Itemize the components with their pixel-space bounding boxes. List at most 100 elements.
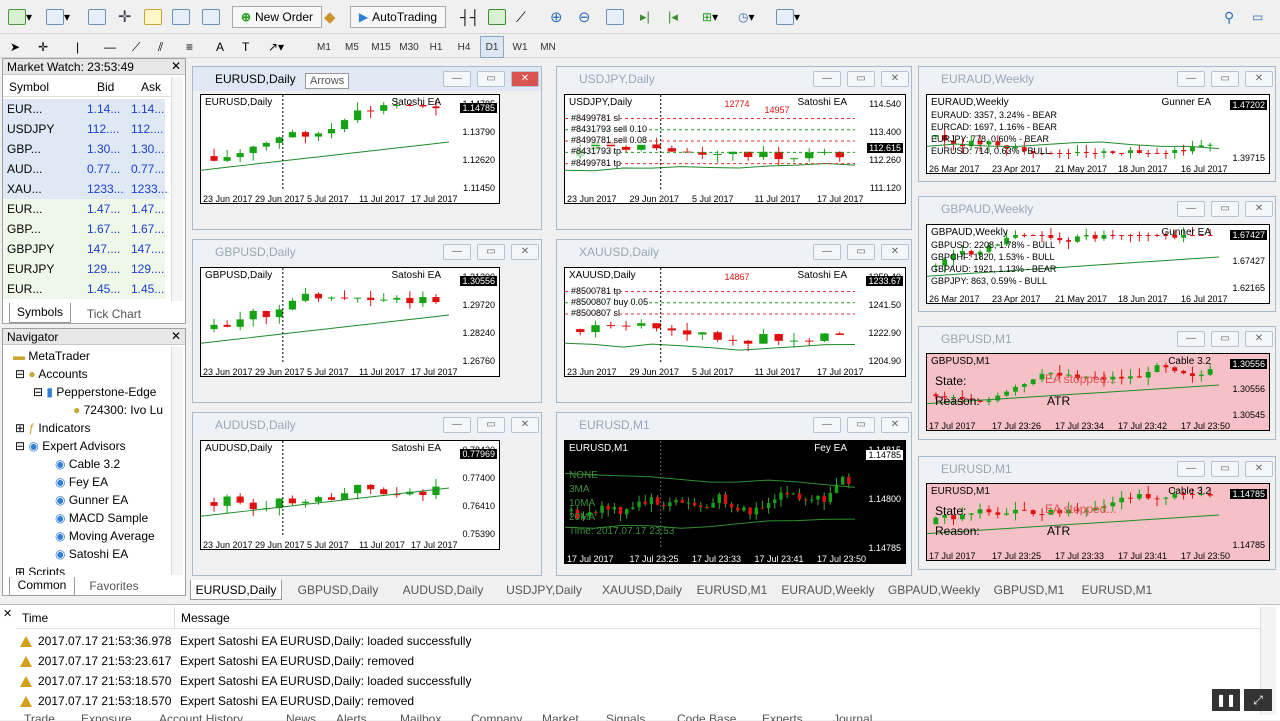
zoom-out-icon[interactable]: ⊖ [578, 6, 591, 28]
expert-advisor-label[interactable]: Satoshi EA [392, 443, 441, 454]
mw-tab-symbols[interactable]: Symbols [9, 303, 71, 323]
maximize-icon[interactable]: ▭ [847, 417, 875, 433]
expert-advisor-label[interactable]: Gunner EA [1162, 227, 1211, 238]
tf-h1[interactable]: H1 [424, 36, 448, 58]
minimize-icon[interactable]: — [813, 71, 841, 87]
tf-mn[interactable]: MN [536, 36, 560, 58]
close-icon[interactable]: ✕ [511, 244, 539, 260]
expert-advisor-label[interactable]: Fey EA [814, 443, 847, 454]
chart-canvas[interactable]: EURUSD,M1Cable 3.21.148101.147851.147851… [926, 483, 1270, 561]
order-label[interactable]: #8499781 sl [571, 112, 621, 123]
nav-ea-cable[interactable]: ◉ Cable 3.2 [55, 455, 120, 473]
chat-icon[interactable]: ▭ [1252, 6, 1263, 28]
text-label-icon[interactable]: T [242, 36, 249, 58]
navigator-close-icon[interactable]: ✕ [171, 329, 181, 343]
autotrading-button[interactable]: ▶ AutoTrading [350, 6, 446, 28]
expert-advisor-label[interactable]: Satoshi EA [392, 270, 441, 281]
close-icon[interactable]: ✕ [511, 71, 539, 87]
close-icon[interactable]: ✕ [1245, 71, 1273, 87]
zoom-in-icon[interactable]: ⊕ [550, 6, 563, 28]
profiles-icon[interactable]: ▾ [46, 6, 70, 28]
tf-m15[interactable]: M15 [368, 36, 394, 58]
maximize-icon[interactable]: ▭ [477, 71, 505, 87]
nav-scripts[interactable]: ⊞ Scripts [15, 563, 65, 575]
chart-canvas[interactable]: EURUSD,M1Fey EA1.148151.148001.147851.14… [564, 440, 906, 564]
data-window-icon[interactable]: ✛ [118, 6, 131, 28]
expert-advisor-label[interactable]: Satoshi EA [798, 270, 847, 281]
chart-canvas[interactable]: USDJPY,Daily Satoshi EA 114.540 113.400 112.… [564, 94, 906, 204]
market-watch-row[interactable]: GBPJPY 147.... 147.... [3, 239, 165, 259]
nav-ea-satoshi[interactable]: ◉ Satoshi EA [55, 545, 128, 563]
horizontal-line-icon[interactable]: — [104, 36, 116, 58]
market-watch-scrollbar[interactable] [171, 77, 183, 301]
close-icon[interactable]: ✕ [511, 417, 539, 433]
chart-canvas[interactable]: AUDUSD,DailySatoshi EA0.784200.774000.76… [200, 440, 500, 550]
vertical-line-icon[interactable]: | [76, 36, 79, 58]
maximize-icon[interactable]: ▭ [477, 244, 505, 260]
nav-account[interactable]: ● 724300: Ivo Lu [73, 401, 163, 419]
nav-expert-advisors[interactable]: ⊟ ◉ Expert Advisors [15, 437, 126, 455]
terminal-icon[interactable] [172, 6, 190, 28]
new-order-button[interactable]: ⊕ New Order [232, 6, 322, 28]
maximize-icon[interactable]: ▭ [847, 244, 875, 260]
metaeditor-icon[interactable]: ◆ [324, 6, 336, 28]
chart-canvas[interactable]: GBPAUD,WeeklyGunner EA1.704951.674271.62… [926, 224, 1270, 304]
chart-tab[interactable]: EURAUD,Weekly [776, 580, 880, 600]
chart-canvas[interactable]: EURAUD,WeeklyGunner EA1.472021.397151.47… [926, 94, 1270, 174]
navigator-icon[interactable] [144, 6, 162, 28]
order-label[interactable]: #8500807 sl [571, 308, 621, 319]
bar-chart-icon[interactable]: ┤┤ [460, 6, 480, 28]
line-chart-icon[interactable]: ⟋ [516, 6, 526, 28]
nav-tab-common[interactable]: Common [9, 577, 75, 596]
candlesticks-icon[interactable] [488, 6, 506, 28]
maximize-icon[interactable]: ▭ [1211, 331, 1239, 347]
nav-ea-gunner[interactable]: ◉ Gunner EA [55, 491, 128, 509]
chart-tab[interactable]: EURUSD,M1 [694, 580, 770, 600]
arrows-icon[interactable]: ↗▾ [268, 36, 284, 58]
market-watch-close-icon[interactable]: ✕ [171, 59, 181, 73]
fibonacci-icon[interactable]: ≡ [186, 36, 193, 58]
minimize-icon[interactable]: — [1177, 461, 1205, 477]
market-watch-row[interactable]: USDJPY 112.... 112.... [3, 119, 165, 139]
minimize-icon[interactable]: — [813, 244, 841, 260]
pause-icon[interactable]: ❚❚ [1212, 689, 1240, 711]
expert-advisor-label[interactable]: Cable 3.2 [1168, 356, 1211, 367]
navigator-scrollbar[interactable] [171, 347, 183, 575]
chart-tab[interactable]: EURUSD,M1 [1076, 580, 1158, 600]
tf-m30[interactable]: M30 [396, 36, 422, 58]
tf-w1[interactable]: W1 [508, 36, 532, 58]
market-watch-row[interactable]: GBP... 1.67... 1.67... [3, 219, 165, 239]
market-watch-row[interactable]: GBP... 1.30... 1.30... [3, 139, 165, 159]
order-label[interactable]: #8500781 tp [571, 285, 622, 296]
crosshair-icon[interactable]: ✛ [38, 36, 48, 58]
market-watch-row[interactable]: EURJPY 129.... 129.... [3, 259, 165, 279]
chart-tab[interactable]: AUDUSD,Daily [394, 580, 492, 600]
order-label[interactable]: #8431793 tp [571, 146, 622, 157]
market-watch-row[interactable]: EUR... 1.47... 1.47... [3, 199, 165, 219]
order-label[interactable]: #8431793 sell 0.10 [571, 123, 648, 134]
order-label[interactable]: #8499781 tp [571, 157, 622, 168]
tile-windows-icon[interactable] [606, 6, 624, 28]
journal-row[interactable]: 2017.07.17 21:53:18.570 Expert Satoshi EA… [16, 671, 1256, 691]
tf-m5[interactable]: M5 [340, 36, 364, 58]
nav-metatrader[interactable]: ▬ MetaTrader [13, 347, 90, 365]
col-ask[interactable]: Ask [141, 77, 161, 97]
new-chart-icon[interactable]: ▾ [8, 6, 32, 28]
chart-canvas[interactable]: XAUUSD,DailySatoshi EA1259.401241.501222… [564, 267, 906, 377]
nav-indicators[interactable]: ⊞ ƒ Indicators [15, 419, 90, 437]
minimize-icon[interactable]: — [443, 417, 471, 433]
market-watch-row[interactable]: AUD... 0.77... 0.77... [3, 159, 165, 179]
maximize-icon[interactable]: ▭ [1211, 461, 1239, 477]
chart-canvas[interactable]: EURUSD,Daily Satoshi EA 1.14785 1.13790 1.12… [200, 73, 500, 204]
maximize-icon[interactable]: ▭ [847, 71, 875, 87]
chart-tab[interactable]: GBPUSD,Daily [288, 580, 388, 600]
terminal-close-icon[interactable]: ✕ [3, 607, 12, 620]
market-watch-row[interactable]: XAU... 1233.... 1233.... [3, 179, 169, 199]
maximize-icon[interactable]: ▭ [1211, 201, 1239, 217]
expert-advisor-label[interactable]: Gunner EA [1162, 97, 1211, 108]
chart-shift-icon[interactable]: ▸| [640, 6, 650, 28]
minimize-icon[interactable]: — [1177, 71, 1205, 87]
cursor-icon[interactable]: ➤ [10, 36, 20, 58]
chart-tab[interactable]: GBPUSD,M1 [988, 580, 1070, 600]
close-icon[interactable]: ✕ [881, 244, 909, 260]
